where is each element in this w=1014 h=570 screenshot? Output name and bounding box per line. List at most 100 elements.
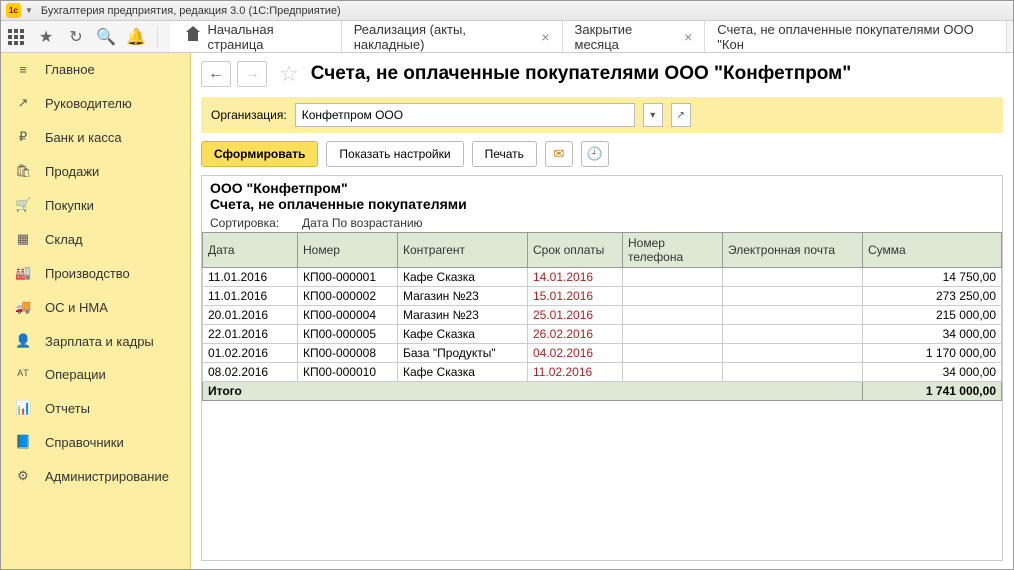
sidebar-item-8[interactable]: 👤Зарплата и кадры xyxy=(1,324,190,358)
sidebar-item-4[interactable]: 🛒Покупки xyxy=(1,188,190,222)
cell-counterparty: Кафе Сказка xyxy=(398,325,528,344)
sidebar-item-10[interactable]: 📊 Отчеты xyxy=(1,391,190,425)
org-dropdown-button[interactable]: ▾ xyxy=(643,103,663,127)
cell-due: 25.01.2016 xyxy=(528,306,623,325)
window-titlebar: 1c ▼ Бухгалтерия предприятия, редакция 3… xyxy=(1,1,1013,21)
cell-sum: 34 000,00 xyxy=(863,363,1002,382)
sidebar-label: Банк и касса xyxy=(45,130,122,145)
cell-num: КП00-000010 xyxy=(298,363,398,382)
back-button[interactable]: ← xyxy=(201,61,231,87)
search-icon[interactable]: 🔍 xyxy=(97,28,115,46)
sidebar-item-9[interactable]: ᴬᵀОперации xyxy=(1,358,190,391)
org-open-button[interactable]: ↗ xyxy=(671,103,691,127)
tab-3[interactable]: Счета, не оплаченные покупателями ООО "К… xyxy=(705,21,1007,52)
sidebar-item-6[interactable]: 🏭Производство xyxy=(1,256,190,290)
print-button[interactable]: Печать xyxy=(472,141,537,167)
org-filter-input[interactable]: Конфетпром ООО xyxy=(295,103,635,127)
col-phone: Номер телефона xyxy=(623,233,723,268)
table-row[interactable]: 22.01.2016КП00-000005Кафе Сказка26.02.20… xyxy=(203,325,1002,344)
table-row[interactable]: 11.01.2016КП00-000001Кафе Сказка14.01.20… xyxy=(203,268,1002,287)
content-area: ← → ☆ Счета, не оплаченные покупателями … xyxy=(191,53,1013,569)
table-row[interactable]: 11.01.2016КП00-000002Магазин №2315.01.20… xyxy=(203,287,1002,306)
cell-date: 01.02.2016 xyxy=(203,344,298,363)
app-menu-chevron-icon[interactable]: ▼ xyxy=(25,6,33,15)
sidebar-label: Главное xyxy=(45,62,95,77)
tab-label: Реализация (акты, накладные) xyxy=(354,22,534,52)
cell-due: 04.02.2016 xyxy=(528,344,623,363)
sidebar-icon: 🛍 xyxy=(15,163,31,179)
sidebar-item-12[interactable]: ⚙ Администрирование xyxy=(1,459,190,493)
cell-sum: 14 750,00 xyxy=(863,268,1002,287)
cell-num: КП00-000001 xyxy=(298,268,398,287)
cell-date: 08.02.2016 xyxy=(203,363,298,382)
cell-counterparty: Кафе Сказка xyxy=(398,268,528,287)
home-icon xyxy=(186,31,199,43)
cell-email xyxy=(723,325,863,344)
sidebar-item-0[interactable]: ≡ Главное xyxy=(1,53,190,86)
sidebar-item-11[interactable]: 📘Справочники xyxy=(1,425,190,459)
apps-icon[interactable] xyxy=(7,28,25,46)
tab-2[interactable]: Закрытие месяца× xyxy=(563,21,706,52)
sidebar-label: Администрирование xyxy=(45,469,169,484)
sidebar-icon: ᴬᵀ xyxy=(15,367,31,382)
cell-phone xyxy=(623,306,723,325)
star-icon[interactable]: ★ xyxy=(37,28,55,46)
sidebar-item-2[interactable]: ₽Банк и касса xyxy=(1,120,190,154)
sidebar-label: Покупки xyxy=(45,198,94,213)
table-total-row: Итого1 741 000,00 xyxy=(203,382,1002,401)
close-icon[interactable]: × xyxy=(541,29,549,45)
tab-0[interactable]: Начальная страница xyxy=(170,21,342,52)
cell-date: 22.01.2016 xyxy=(203,325,298,344)
favorite-star-icon[interactable]: ☆ xyxy=(279,61,299,87)
tab-label: Начальная страница xyxy=(207,22,328,52)
separator xyxy=(157,26,158,48)
cell-due: 15.01.2016 xyxy=(528,287,623,306)
tab-1[interactable]: Реализация (акты, накладные) × xyxy=(342,21,563,52)
cell-counterparty: Магазин №23 xyxy=(398,306,528,325)
history-icon[interactable]: ↻ xyxy=(67,28,85,46)
show-settings-button[interactable]: Показать настройки xyxy=(326,141,463,167)
sidebar-item-7[interactable]: 🚚ОС и НМА xyxy=(1,290,190,324)
close-icon[interactable]: × xyxy=(684,29,692,45)
col-due: Срок оплаты xyxy=(528,233,623,268)
cell-num: КП00-000004 xyxy=(298,306,398,325)
cell-counterparty: Магазин №23 xyxy=(398,287,528,306)
table-row[interactable]: 08.02.2016КП00-000010Кафе Сказка11.02.20… xyxy=(203,363,1002,382)
sidebar-icon: 🚚 xyxy=(15,299,31,315)
sidebar-icon: ⚙ xyxy=(15,468,31,484)
window-title: Бухгалтерия предприятия, редакция 3.0 (1… xyxy=(41,5,341,17)
sidebar-icon: 👤 xyxy=(15,333,31,349)
sidebar-item-5[interactable]: ▦Склад xyxy=(1,222,190,256)
email-button[interactable]: ✉ xyxy=(545,141,573,167)
sidebar-label: Отчеты xyxy=(45,401,90,416)
cell-date: 11.01.2016 xyxy=(203,287,298,306)
sidebar-label: Справочники xyxy=(45,435,124,450)
cell-phone xyxy=(623,363,723,382)
total-label: Итого xyxy=(203,382,863,401)
cell-email xyxy=(723,344,863,363)
table-row[interactable]: 01.02.2016КП00-000008База "Продукты"04.0… xyxy=(203,344,1002,363)
sidebar-icon: ≡ xyxy=(15,62,31,77)
table-row[interactable]: 20.01.2016КП00-000004Магазин №2325.01.20… xyxy=(203,306,1002,325)
bell-icon[interactable]: 🔔 xyxy=(127,28,145,46)
cell-sum: 34 000,00 xyxy=(863,325,1002,344)
col-num: Номер xyxy=(298,233,398,268)
sidebar-label: Руководителю xyxy=(45,96,132,111)
col-sum: Сумма xyxy=(863,233,1002,268)
sidebar-icon: 📊 xyxy=(15,400,31,416)
cell-date: 20.01.2016 xyxy=(203,306,298,325)
cell-due: 14.01.2016 xyxy=(528,268,623,287)
clock-button[interactable]: 🕘 xyxy=(581,141,609,167)
cell-counterparty: База "Продукты" xyxy=(398,344,528,363)
sidebar-item-3[interactable]: 🛍Продажи xyxy=(1,154,190,188)
cell-counterparty: Кафе Сказка xyxy=(398,363,528,382)
cell-num: КП00-000002 xyxy=(298,287,398,306)
cell-phone xyxy=(623,344,723,363)
sidebar-icon: 🏭 xyxy=(15,265,31,281)
app-logo-icon: 1c xyxy=(6,3,21,18)
tab-label: Счета, не оплаченные покупателями ООО "К… xyxy=(717,22,994,52)
sidebar-item-1[interactable]: ↗Руководителю xyxy=(1,86,190,120)
sidebar-icon: ▦ xyxy=(15,231,31,247)
forward-button[interactable]: → xyxy=(237,61,267,87)
form-report-button[interactable]: Сформировать xyxy=(201,141,318,167)
